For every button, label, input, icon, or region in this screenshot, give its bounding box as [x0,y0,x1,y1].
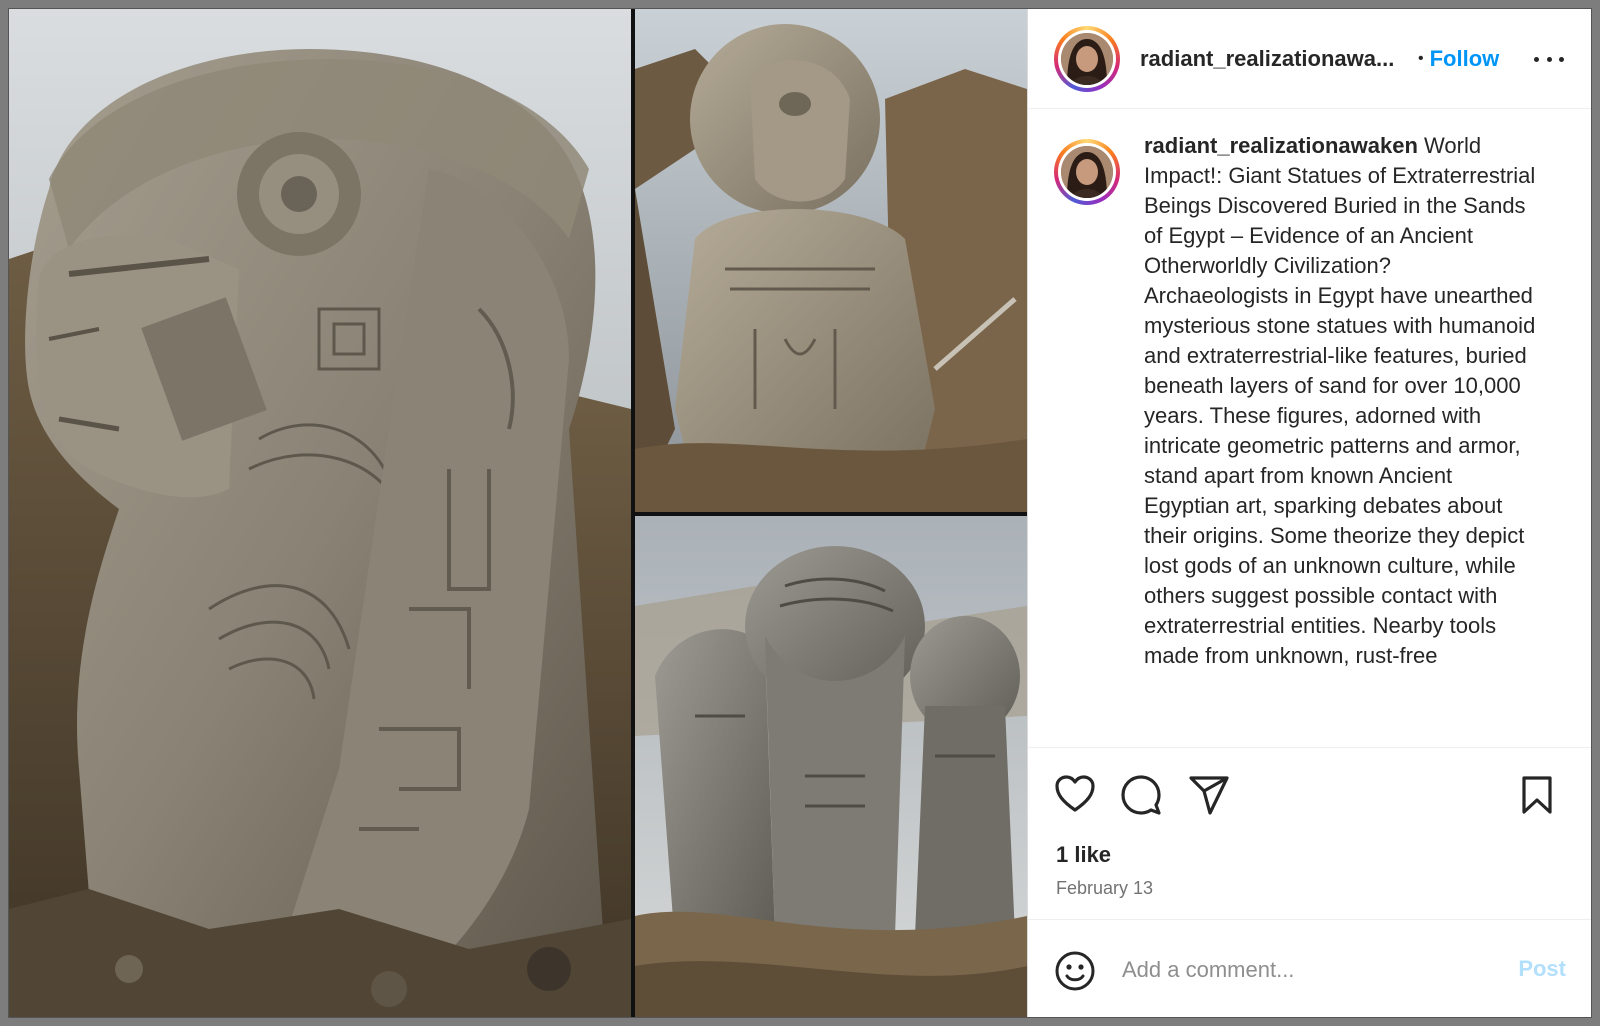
caption-section: radiant_realizationawaken World Impact!:… [1028,109,1591,747]
comment-icon[interactable] [1120,774,1162,816]
heart-icon[interactable] [1054,774,1096,814]
post-date[interactable]: February 13 [1056,878,1153,899]
post-actions: 1 like February 13 [1028,747,1591,919]
more-options-icon[interactable] [1534,45,1564,73]
statue-photo-top-right [635,9,1027,512]
caption-author-avatar[interactable] [1054,139,1120,205]
screenshot-frame: radiant_realizationawa... • Follow radia… [0,0,1600,1026]
caption-text: radiant_realizationawaken World Impact!:… [1144,131,1542,747]
send-icon[interactable] [1188,774,1230,816]
post-media-collage[interactable] [9,9,1027,1017]
comment-bar: Post [1028,919,1591,1017]
post-side-panel: radiant_realizationawa... • Follow radia… [1027,9,1591,1017]
post-dialog: radiant_realizationawa... • Follow radia… [8,8,1592,1018]
post-comment-button[interactable]: Post [1518,956,1566,982]
post-header: radiant_realizationawa... • Follow [1028,9,1591,109]
author-avatar[interactable] [1054,25,1120,92]
separator-dot: • [1418,49,1424,67]
author-username[interactable]: radiant_realizationawa... [1140,46,1402,72]
caption-username[interactable]: radiant_realizationawaken [1144,133,1418,158]
statue-photo-large [9,9,631,1017]
like-count[interactable]: 1 like [1056,842,1111,868]
emoji-icon[interactable] [1054,950,1096,992]
statue-photo-bottom-right [635,516,1027,1017]
comment-input[interactable] [1122,954,1492,986]
bookmark-icon[interactable] [1520,774,1554,816]
caption-body: Archaeologists in Egypt have unearthed m… [1144,283,1536,668]
follow-button[interactable]: Follow [1430,46,1500,72]
